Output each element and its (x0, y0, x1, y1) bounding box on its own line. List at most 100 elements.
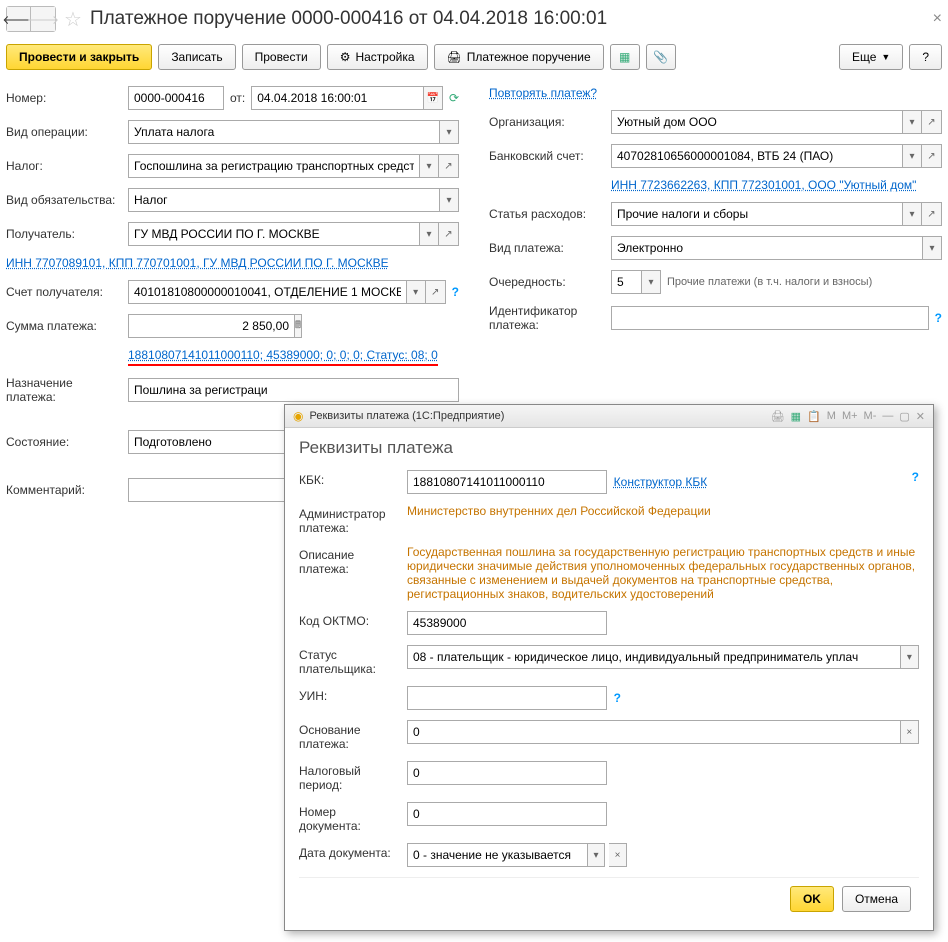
open-icon[interactable]: ↗ (439, 222, 459, 246)
favorite-star-icon[interactable]: ☆ (64, 7, 82, 32)
status-label: Состояние: (6, 435, 122, 449)
close-icon[interactable]: ✕ (916, 410, 925, 423)
gear-icon: ⚙ (340, 50, 351, 64)
basis-input[interactable] (407, 720, 900, 744)
priority-input[interactable] (611, 270, 641, 294)
period-label: Налоговый период: (299, 761, 399, 792)
open-icon[interactable]: ↗ (922, 202, 942, 226)
obl-type-input[interactable] (128, 188, 439, 212)
dialog-window-title: Реквизиты платежа (1С:Предприятие) (309, 410, 764, 422)
dropdown-icon[interactable]: ▾ (439, 188, 459, 212)
org-inn-link[interactable]: ИНН 7723662263, КПП 772301001, ООО "Уютн… (611, 178, 916, 192)
oktmo-input[interactable] (407, 611, 607, 635)
printer-icon: 🖨 (447, 50, 462, 64)
dropdown-icon[interactable]: ▾ (902, 202, 922, 226)
kbk-label: КБК: (299, 470, 399, 487)
clear-icon[interactable]: × (900, 720, 919, 744)
dropdown-icon[interactable]: ▾ (902, 110, 922, 134)
kbk-constructor-link[interactable]: Конструктор КБК (614, 475, 708, 489)
clear-icon[interactable]: × (609, 843, 627, 867)
calendar-icon[interactable]: 📋 (807, 410, 821, 423)
cancel-button[interactable]: Отмена (842, 886, 911, 912)
dropdown-icon[interactable]: ▾ (419, 154, 439, 178)
calculator-icon[interactable]: 🖩 (294, 314, 302, 338)
open-icon[interactable]: ↗ (922, 110, 942, 134)
ok-button[interactable]: OK (790, 886, 834, 912)
save-button[interactable]: Записать (158, 44, 235, 70)
repeat-payment-link[interactable]: Повторять платеж? (489, 86, 597, 100)
minimize-icon[interactable]: — (882, 410, 893, 422)
dropdown-icon[interactable]: ▾ (900, 645, 919, 669)
help-icon[interactable]: ? (614, 691, 621, 705)
settings-button[interactable]: ⚙Настройка (327, 44, 428, 70)
payment-type-input[interactable] (611, 236, 922, 260)
structure-button[interactable]: ▦ (610, 44, 640, 70)
tax-label: Налог: (6, 159, 122, 173)
org-input[interactable] (611, 110, 902, 134)
payment-details-dialog: ◉ Реквизиты платежа (1С:Предприятие) 🖨 ▦… (284, 404, 934, 931)
payer-status-input[interactable] (407, 645, 900, 669)
doc-num-input[interactable] (407, 802, 607, 826)
calc-m-icon[interactable]: M (827, 410, 836, 422)
more-button[interactable]: Еще ▼ (839, 44, 903, 70)
doc-date-input[interactable] (407, 843, 587, 867)
recipient-inn-link[interactable]: ИНН 7707089101, КПП 770701001, ГУ МВД РО… (6, 256, 389, 270)
calendar-icon[interactable]: 📅 (423, 86, 443, 110)
period-input[interactable] (407, 761, 607, 785)
open-icon[interactable]: ↗ (426, 280, 446, 304)
nav-forward-button[interactable]: 🡒 (31, 7, 55, 31)
dropdown-icon[interactable]: ▾ (406, 280, 426, 304)
print-button[interactable]: 🖨Платежное поручение (434, 44, 604, 70)
bank-account-input[interactable] (611, 144, 902, 168)
purpose-label: Назначение платежа: (6, 376, 122, 404)
dropdown-icon[interactable]: ▾ (902, 144, 922, 168)
date-input[interactable] (251, 86, 423, 110)
number-label: Номер: (6, 91, 122, 105)
dropdown-icon[interactable]: ▾ (641, 270, 661, 294)
attach-button[interactable]: 📎 (646, 44, 676, 70)
dialog-title: Реквизиты платежа (299, 438, 919, 458)
payment-type-label: Вид платежа: (489, 241, 605, 255)
purpose-input[interactable] (128, 378, 459, 402)
post-button[interactable]: Провести (242, 44, 321, 70)
admin-label: Администратор платежа: (299, 504, 399, 535)
post-and-close-button[interactable]: Провести и закрыть (6, 44, 152, 70)
id-input[interactable] (611, 306, 929, 330)
desc-label: Описание платежа: (299, 545, 399, 576)
grid-icon[interactable]: ▦ (791, 410, 801, 423)
open-icon[interactable]: ↗ (439, 154, 459, 178)
help-icon[interactable]: ? (452, 285, 459, 299)
org-label: Организация: (489, 115, 605, 129)
refresh-icon[interactable]: ⟳ (449, 91, 459, 105)
calc-mminus-icon[interactable]: M- (864, 410, 877, 422)
priority-label: Очередность: (489, 275, 605, 289)
op-type-input[interactable] (128, 120, 439, 144)
dropdown-icon[interactable]: ▾ (439, 120, 459, 144)
kbk-summary-link[interactable]: 18810807141011000110; 45389000; 0; 0; 0;… (128, 348, 438, 362)
help-icon[interactable]: ? (912, 470, 919, 484)
print-icon[interactable]: 🖨 (771, 410, 785, 423)
close-icon[interactable]: × (933, 10, 942, 28)
amount-input[interactable] (128, 314, 294, 338)
dropdown-icon[interactable]: ▾ (922, 236, 942, 260)
nav-buttons: 🡐 🡒 (6, 6, 56, 32)
expense-input[interactable] (611, 202, 902, 226)
recipient-input[interactable] (128, 222, 419, 246)
number-input[interactable] (128, 86, 224, 110)
help-icon[interactable]: ? (935, 311, 942, 325)
uin-input[interactable] (407, 686, 607, 710)
open-icon[interactable]: ↗ (922, 144, 942, 168)
comment-label: Комментарий: (6, 483, 122, 497)
tax-input[interactable] (128, 154, 419, 178)
calc-mplus-icon[interactable]: M+ (842, 410, 858, 422)
recipient-label: Получатель: (6, 227, 122, 241)
dropdown-icon[interactable]: ▾ (419, 222, 439, 246)
recipient-acc-label: Счет получателя: (6, 285, 122, 299)
maximize-icon[interactable]: ▢ (899, 410, 909, 423)
dropdown-icon[interactable]: ▾ (587, 843, 605, 867)
recipient-acc-input[interactable] (128, 280, 406, 304)
expense-label: Статья расходов: (489, 207, 605, 221)
help-button[interactable]: ? (909, 44, 942, 70)
kbk-input[interactable] (407, 470, 607, 494)
admin-value: Министерство внутренних дел Российской Ф… (407, 504, 919, 518)
